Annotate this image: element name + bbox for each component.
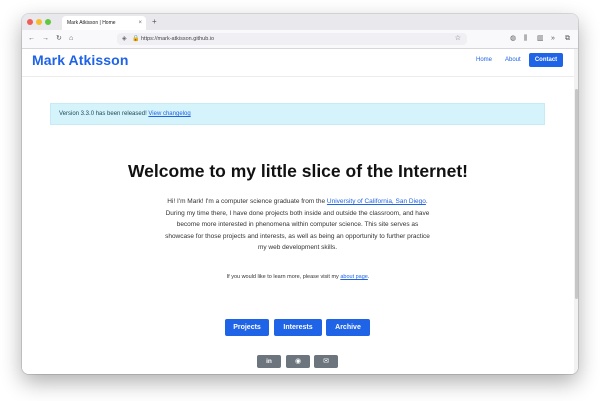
projects-button[interactable]: Projects (225, 319, 269, 336)
learn-text-start: If you would like to learn more, please … (226, 274, 341, 280)
address-bar[interactable]: ◈ 🔒 https://mark-atkisson.github.io ☆ (117, 33, 467, 45)
reload-icon[interactable]: ↻ (56, 33, 62, 45)
scrollbar-thumb[interactable] (575, 89, 578, 299)
forward-icon[interactable]: → (42, 33, 49, 45)
close-window-button[interactable] (27, 19, 33, 25)
contact-button[interactable]: Contact (529, 53, 563, 67)
shield-icon[interactable]: ◈ (122, 33, 127, 45)
interests-button[interactable]: Interests (274, 319, 322, 336)
minimize-window-button[interactable] (36, 19, 42, 25)
library-icon[interactable]: ⫼ (524, 33, 527, 45)
intro-paragraph: Hi! I'm Mark! I'm a computer science gra… (162, 196, 433, 254)
learn-text-end: . (367, 274, 370, 280)
learn-more-text: If you would like to learn more, please … (22, 274, 574, 280)
browser-window: Mark Atkisson | Home × + ← → ↻ ⌂ ◈ 🔒 htt… (22, 14, 578, 374)
tab-close-icon[interactable]: × (138, 16, 142, 30)
page-scrollbar[interactable] (574, 49, 578, 374)
university-link[interactable]: University of California, San Diego (327, 198, 426, 205)
new-tab-button[interactable]: + (152, 16, 157, 28)
nav-link-home[interactable]: Home (476, 57, 492, 63)
archive-button[interactable]: Archive (326, 319, 370, 336)
tab-title: Mark Atkisson | Home (67, 20, 116, 26)
browser-toolbar: ← → ↻ ⌂ ◈ 🔒 https://mark-atkisson.github… (22, 30, 578, 49)
intro-text-start: Hi! I'm Mark! I'm a computer science gra… (167, 198, 327, 205)
maximize-window-button[interactable] (45, 19, 51, 25)
home-icon[interactable]: ⌂ (69, 33, 73, 45)
github-icon[interactable]: ◉ (286, 355, 310, 368)
extension-icon[interactable]: ⧉ (565, 33, 570, 45)
about-page-link[interactable]: about page (340, 274, 368, 280)
pocket-icon[interactable]: ◍ (510, 33, 516, 45)
tab-home[interactable]: Mark Atkisson | Home × (62, 16, 146, 30)
release-alert: Version 3.3.0 has been released! View ch… (50, 103, 545, 125)
intro-text-end: . During my time there, I have done proj… (165, 198, 430, 252)
lock-icon[interactable]: 🔒 (132, 33, 139, 45)
linkedin-icon[interactable]: in (257, 355, 281, 368)
page-content: Mark Atkisson Home About Contact Version… (22, 49, 574, 374)
site-navbar: Mark Atkisson Home About Contact (22, 49, 574, 77)
alert-text: Version 3.3.0 has been released! (59, 111, 149, 117)
bookmark-star-icon[interactable]: ☆ (455, 33, 461, 45)
page-title: Welcome to my little slice of the Intern… (127, 161, 469, 181)
changelog-link[interactable]: View changelog (148, 111, 190, 117)
back-icon[interactable]: ← (28, 33, 35, 45)
sidebar-icon[interactable]: ▥ (537, 33, 544, 45)
overflow-icon[interactable]: » (551, 33, 555, 45)
email-icon[interactable]: ✉ (314, 355, 338, 368)
tab-strip: Mark Atkisson | Home × + (22, 14, 578, 30)
url-text[interactable]: https://mark-atkisson.github.io (141, 33, 214, 45)
nav-link-about[interactable]: About (505, 57, 521, 63)
site-brand[interactable]: Mark Atkisson (32, 52, 128, 68)
